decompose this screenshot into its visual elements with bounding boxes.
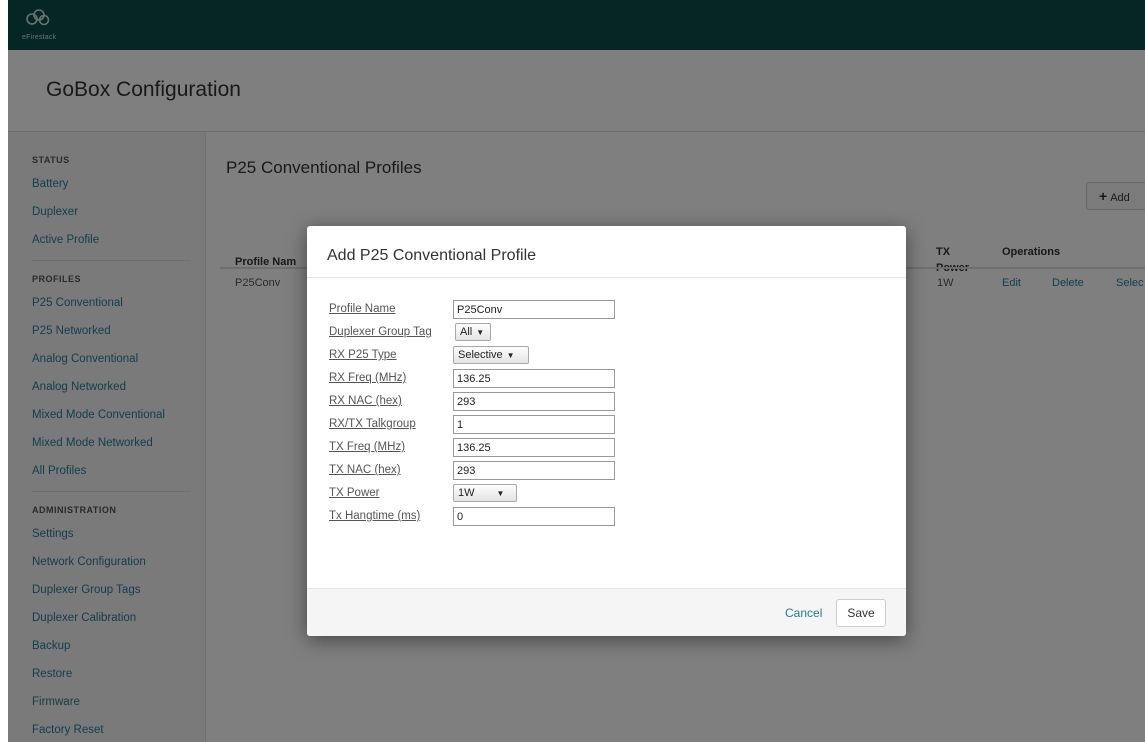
tx-power-select[interactable]: 1W ▼ [453,484,517,502]
tx-power-value: 1W [458,487,475,499]
modal-body: Profile Name Duplexer Group Tag All▼ RX … [307,278,906,588]
tx-nac-input[interactable] [453,461,615,480]
rx-freq-row: RX Freq (MHz) [329,369,629,389]
rx-nac-input[interactable] [453,392,615,411]
tx-hangtime-row: Tx Hangtime (ms) [329,507,629,527]
tx-power-row: TX Power 1W ▼ [329,484,629,504]
rx-nac-label: RX NAC (hex) [329,395,402,407]
tx-nac-label: TX NAC (hex) [329,464,401,476]
dropdown-caret-icon: ▼ [506,351,515,360]
profile-name-row: Profile Name [329,300,629,320]
duplexer-group-tag-value: All [460,326,473,338]
dropdown-caret-icon: ▼ [476,328,485,337]
modal-title: Add P25 Conventional Profile [327,247,537,264]
tx-freq-row: TX Freq (MHz) [329,438,629,458]
rx-p25-type-value: Selective [458,349,503,361]
rx-tx-talkgroup-input[interactable] [453,415,615,434]
duplexer-group-tag-row: Duplexer Group Tag All ▼ [329,323,629,343]
rx-nac-row: RX NAC (hex) [329,392,629,412]
rx-p25-type-row: RX P25 Type Selective ▼ [329,346,629,366]
profile-name-label: Profile Name [329,303,396,315]
dropdown-caret-icon: ▼ [496,489,505,498]
duplexer-group-tag-select[interactable]: All ▼ [455,323,491,341]
add-profile-modal: Add P25 Conventional Profile Profile Nam… [307,226,906,636]
tx-power-label: TX Power [329,487,380,499]
rx-freq-label: RX Freq (MHz) [329,372,407,384]
profile-name-input[interactable] [453,300,615,319]
tx-freq-input[interactable] [453,438,615,457]
tx-nac-row: TX NAC (hex) [329,461,629,481]
cancel-button[interactable]: Cancel [785,606,822,620]
tx-hangtime-input[interactable] [453,507,615,526]
modal-footer: Cancel Save [307,588,906,636]
rx-p25-type-label: RX P25 Type [329,349,397,361]
duplexer-group-tag-label: Duplexer Group Tag [329,326,432,338]
rx-p25-type-select[interactable]: Selective ▼ [453,346,529,364]
tx-hangtime-label: Tx Hangtime (ms) [329,510,421,522]
rx-tx-talkgroup-label: RX/TX Talkgroup [329,418,416,430]
rx-tx-talkgroup-row: RX/TX Talkgroup [329,415,629,435]
tx-freq-label: TX Freq (MHz) [329,441,406,453]
save-button[interactable]: Save [836,599,886,627]
rx-freq-input[interactable] [453,369,615,388]
modal-header: Add P25 Conventional Profile [307,226,906,278]
